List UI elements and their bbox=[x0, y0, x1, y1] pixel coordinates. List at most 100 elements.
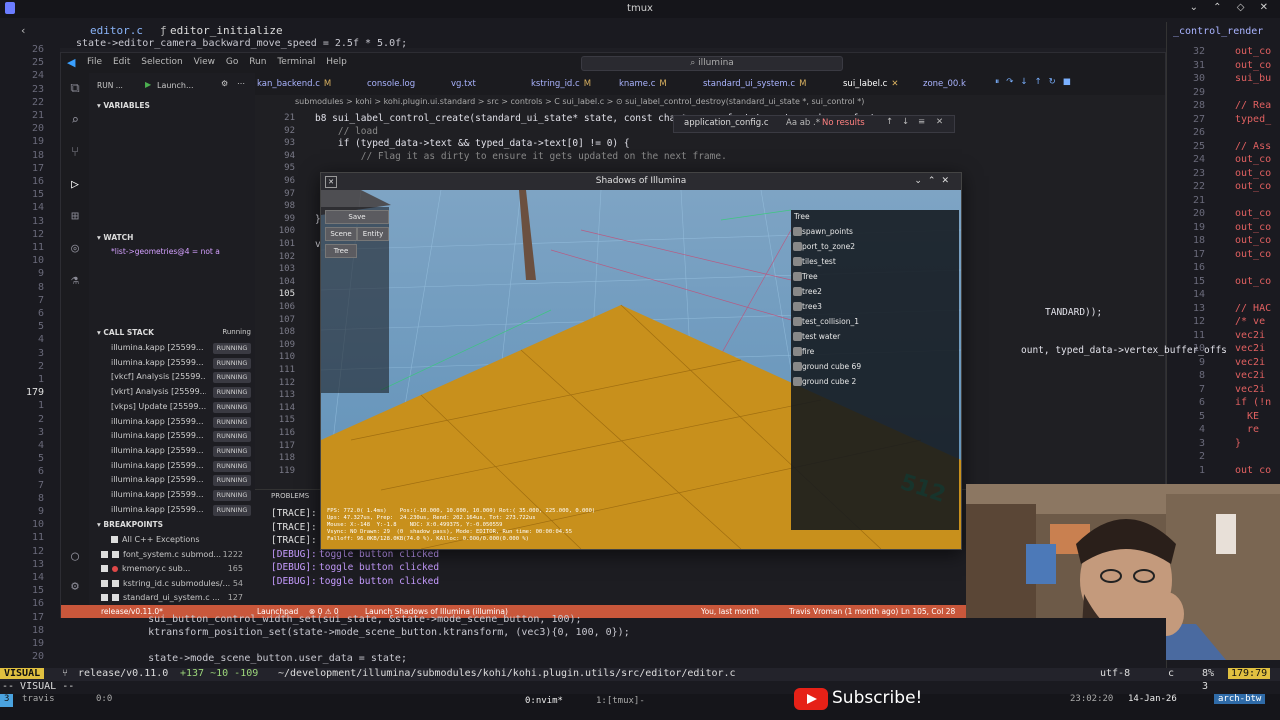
breakpoint-checkbox[interactable] bbox=[101, 565, 108, 572]
menu-go[interactable]: Go bbox=[226, 57, 238, 67]
testing-icon[interactable]: ⚗ bbox=[67, 273, 83, 289]
menu-run[interactable]: Run bbox=[249, 57, 266, 67]
breakpoint-checkbox[interactable] bbox=[112, 579, 119, 587]
tmux-window-0[interactable]: 0:nvim* bbox=[525, 696, 563, 706]
call-stack-frame[interactable]: illumina.kapp [25599... RUNNING bbox=[111, 445, 251, 459]
code-line: // Rea bbox=[1235, 100, 1272, 111]
winbar-function[interactable]: editor_initialize bbox=[170, 24, 283, 37]
call-stack-frame[interactable]: [vkrt] Analysis [25599... RUNNING bbox=[111, 387, 251, 400]
tree-toggle[interactable] bbox=[793, 242, 802, 251]
tree-toggle[interactable] bbox=[793, 332, 802, 341]
tree-toggle[interactable] bbox=[793, 377, 802, 386]
variables-header[interactable]: ▾ VARIABLES bbox=[97, 101, 150, 110]
breakpoint-checkbox[interactable] bbox=[112, 550, 119, 558]
watch-item[interactable]: *list->geometries@4 = not a bbox=[111, 247, 220, 256]
breakpoint-item[interactable]: font_system.c submod... 1222 bbox=[101, 550, 247, 563]
menu-edit[interactable]: Edit bbox=[113, 57, 130, 67]
problems-tab[interactable]: PROBLEMS bbox=[271, 492, 309, 500]
editor-tab[interactable]: standard_ui_system.c M bbox=[703, 79, 806, 89]
search-icon[interactable]: ⌕ bbox=[67, 113, 83, 129]
scene-mode-button[interactable]: Scene bbox=[325, 227, 357, 241]
entity-mode-button[interactable]: Entity bbox=[357, 227, 389, 241]
winbar-file[interactable]: editor.c bbox=[90, 24, 143, 37]
call-stack-frame[interactable]: illumina.kapp [25599... RUNNING bbox=[111, 416, 251, 430]
account-icon[interactable]: ◯ bbox=[67, 549, 83, 565]
status-author[interactable]: Travis Vroman (1 month ago) bbox=[789, 607, 898, 616]
editor-tab[interactable]: kan_backend.c M bbox=[257, 79, 331, 89]
find-prev-icon[interactable]: ↑ bbox=[886, 117, 893, 127]
menu-terminal[interactable]: Terminal bbox=[277, 57, 315, 67]
close-icon[interactable]: ✕ bbox=[891, 79, 898, 89]
editor-tab[interactable]: kstring_id.c M bbox=[531, 79, 591, 89]
tree-button[interactable]: Tree bbox=[325, 244, 357, 258]
tree-toggle[interactable] bbox=[793, 272, 802, 281]
tree-toggle[interactable] bbox=[793, 362, 802, 371]
game-window-controls[interactable]: ⌄⌃✕ bbox=[914, 173, 955, 190]
start-debug-icon[interactable]: ▶ bbox=[145, 80, 151, 89]
find-next-icon[interactable]: ↓ bbox=[902, 117, 909, 127]
save-button[interactable]: Save bbox=[325, 210, 389, 224]
breakpoint-item[interactable]: kstring_id.c submodules/... 54 bbox=[101, 579, 247, 592]
find-selection-icon[interactable]: ≡ bbox=[918, 117, 925, 127]
editor-tab[interactable]: vg.txt bbox=[451, 79, 480, 89]
menu-view[interactable]: View bbox=[194, 57, 215, 67]
tree-toggle[interactable] bbox=[793, 347, 802, 356]
call-stack-header[interactable]: ▾ CALL STACK bbox=[97, 328, 154, 337]
remote-icon[interactable]: ◎ bbox=[67, 241, 83, 257]
call-stack-frame[interactable]: illumina.kapp [25599... RUNNING bbox=[111, 490, 251, 503]
call-stack-frame[interactable]: illumina.kapp [25599... RUNNING bbox=[111, 431, 251, 444]
watch-header[interactable]: ▾ WATCH bbox=[97, 233, 133, 242]
call-stack-frame[interactable]: [vkcf] Analysis [25599... RUNNING bbox=[111, 372, 251, 385]
tree-toggle[interactable] bbox=[793, 227, 802, 236]
explorer-icon[interactable]: ⧉ bbox=[67, 81, 83, 97]
breakpoint-checkbox[interactable] bbox=[112, 594, 119, 601]
breadcrumb[interactable]: submodules > kohi > kohi.plugin.ui.stand… bbox=[255, 97, 1205, 111]
call-stack-frame[interactable]: illumina.kapp [25599... RUNNING bbox=[111, 504, 251, 518]
breakpoint-item[interactable]: All C++ Exceptions bbox=[111, 535, 257, 548]
source-control-icon[interactable]: ⑂ bbox=[67, 145, 83, 161]
window-controls[interactable]: ⌄ ⌃ ◇ ✕ bbox=[1190, 2, 1274, 13]
command-center-search[interactable]: ⌕ illumina bbox=[581, 56, 843, 71]
line-number: 12 bbox=[31, 228, 44, 240]
line-number: 3 bbox=[37, 426, 44, 438]
line-number: 97 bbox=[284, 188, 295, 199]
editor-tab[interactable]: zone_00.k bbox=[923, 79, 970, 89]
launch-config-select[interactable]: Launch... bbox=[157, 81, 194, 90]
call-stack-frame[interactable]: [vkps] Update [25599... RUNNING bbox=[111, 401, 251, 415]
call-stack-frame[interactable]: illumina.kapp [25599... RUNNING bbox=[111, 357, 251, 371]
breakpoint-checkbox[interactable] bbox=[101, 550, 108, 558]
tree-toggle[interactable] bbox=[793, 287, 802, 296]
call-stack-frame[interactable]: illumina.kapp [25599... RUNNING bbox=[111, 475, 251, 488]
tree-toggle[interactable] bbox=[793, 302, 802, 311]
editor-tab[interactable]: console.log bbox=[367, 79, 419, 89]
editor-tab[interactable]: sui_label.c ✕ bbox=[843, 79, 898, 89]
gear-icon[interactable]: ⚙ bbox=[67, 579, 83, 595]
breakpoints-header[interactable]: ▾ BREAKPOINTS bbox=[97, 520, 163, 529]
frame-name: illumina.kapp [25599... bbox=[111, 445, 204, 455]
menu-selection[interactable]: Selection bbox=[141, 57, 182, 67]
status-blame[interactable]: You, last month bbox=[701, 607, 759, 616]
game-viewport[interactable]: 512 Save Scene Entity Tree Tree spawn_po… bbox=[321, 190, 961, 549]
find-options-icon[interactable]: Aa ab .* bbox=[786, 118, 820, 128]
breakpoint-checkbox[interactable] bbox=[101, 594, 108, 601]
breakpoint-checkbox[interactable] bbox=[111, 536, 118, 543]
call-stack-frame[interactable]: illumina.kapp [25599... RUNNING bbox=[111, 460, 251, 474]
debug-toolbar[interactable]: ⏸↷↓↑↻■ bbox=[995, 77, 1078, 87]
status-position[interactable]: Ln 105, Col 28 bbox=[901, 607, 955, 616]
call-stack-frame[interactable]: illumina.kapp [25599... RUNNING bbox=[111, 343, 251, 356]
tree-toggle[interactable] bbox=[793, 257, 802, 266]
menu-help[interactable]: Help bbox=[326, 57, 347, 67]
more-icon[interactable]: ⋯ bbox=[237, 79, 245, 88]
tree-item-label: spawn_points bbox=[802, 227, 853, 236]
breakpoint-checkbox[interactable] bbox=[101, 579, 108, 587]
close-icon[interactable]: ✕ bbox=[936, 117, 943, 127]
extensions-icon[interactable]: ⊞ bbox=[67, 209, 83, 225]
find-input[interactable]: application_config.c bbox=[684, 118, 769, 128]
breakpoint-item[interactable]: kmemory.c sub... 165 bbox=[101, 564, 247, 577]
gear-icon[interactable]: ⚙ bbox=[221, 79, 228, 88]
tmux-window-1[interactable]: 1:[tmux]- bbox=[596, 696, 645, 706]
run-debug-icon[interactable]: ▷ bbox=[67, 177, 83, 193]
editor-tab[interactable]: kname.c M bbox=[619, 79, 667, 89]
menu-file[interactable]: File bbox=[87, 57, 102, 67]
tree-toggle[interactable] bbox=[793, 317, 802, 326]
